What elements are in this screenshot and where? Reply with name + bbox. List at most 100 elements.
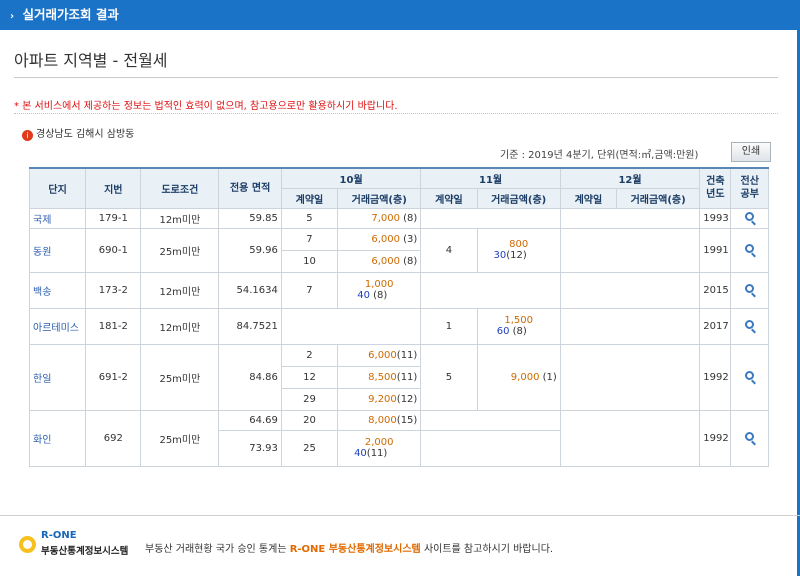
col-nov-day: 계약일 [420, 187, 478, 209]
oct-contract-day: 29 [280, 387, 339, 411]
page-title: 아파트 지역별 - 전월세 [14, 51, 168, 70]
registry-cell[interactable] [730, 409, 769, 467]
oct-amount: 2,000 40(11) [337, 429, 422, 467]
oct-contract-day: 10 [280, 249, 339, 273]
road-condition: 12m미만 [140, 271, 220, 309]
col-built-year: 건축 년도 [699, 167, 732, 209]
logo-brand: R-ONE [41, 530, 77, 541]
oct-amount: 7,000 (8) [337, 207, 422, 229]
nov-amount: 800 30(12) [476, 227, 561, 273]
col-road: 도로조건 [140, 167, 220, 209]
dec-empty [559, 207, 701, 229]
area-value: 84.86 [218, 343, 282, 411]
region-label: i 경상남도 김해시 삼방동 [22, 125, 134, 141]
table-row: 백송 173-2 12m미만 54.1634 7 1,000 40 (8) 201… [28, 271, 769, 309]
oct-contract-day: 5 [280, 207, 339, 229]
oct-amount: 9,200(12) [337, 387, 422, 411]
road-condition: 25m미만 [140, 227, 220, 273]
registry-cell[interactable] [730, 227, 769, 273]
search-icon[interactable] [745, 244, 755, 253]
oct-contract-day: 25 [280, 429, 339, 467]
oct-contract-day: 7 [280, 227, 339, 251]
result-header-bar: › 실거래가조회 결과 [0, 0, 800, 30]
oct-amount: 8,500(11) [337, 365, 422, 389]
complex-name[interactable]: 백송 [28, 271, 87, 309]
lot-number: 690-1 [85, 227, 142, 273]
registry-cell[interactable] [730, 207, 769, 229]
complex-name[interactable]: 동원 [28, 227, 87, 273]
print-button[interactable]: 인쇄 [731, 142, 771, 162]
nov-amount: 1,500 60 (8) [476, 307, 561, 345]
table-row: 아르테미스 181-2 12m미만 84.7521 1 1,500 60 (8) … [28, 307, 769, 345]
dec-empty [559, 227, 701, 273]
col-month-oct: 10월 [280, 167, 422, 189]
transaction-table: 단지 지번 도로조건 전용 면적 10월 11월 12월 건축 년도 전산 공부… [28, 167, 769, 467]
lot-number: 692 [85, 409, 142, 467]
lot-number: 691-2 [85, 343, 142, 411]
area-value: 84.7521 [218, 307, 282, 345]
oct-contract-day: 20 [280, 409, 339, 431]
col-registry: 전산 공부 [730, 167, 769, 209]
r-one-logo[interactable]: R-ONE 부동산통계정보시스템 [19, 530, 139, 557]
oct-contract-day: 12 [280, 365, 339, 389]
dec-empty [559, 307, 701, 345]
search-icon[interactable] [745, 371, 755, 380]
nov-contract-day: 5 [420, 343, 478, 411]
dec-empty [559, 343, 701, 411]
result-header-title: 실거래가조회 결과 [22, 7, 119, 22]
search-icon[interactable] [745, 432, 755, 441]
complex-name[interactable]: 아르테미스 [28, 307, 87, 345]
oct-contract-day: 7 [280, 271, 339, 309]
road-condition: 25m미만 [140, 343, 220, 411]
dec-empty [559, 271, 701, 309]
lot-number: 179-1 [85, 207, 142, 229]
nov-contract-day: 1 [420, 307, 478, 345]
area-value: 59.85 [218, 207, 282, 229]
table-row: 한일 691-2 25m미만 84.86 2 6,000(11) 5 9,000… [28, 343, 769, 411]
col-month-dec: 12월 [559, 167, 701, 189]
col-dec-amount: 거래금액(층) [615, 187, 701, 209]
oct-amount: 6,000(11) [337, 343, 422, 367]
col-area: 전용 면적 [218, 167, 282, 209]
table-row: 동원 690-1 25m미만 59.96 7 6,000 (3) 4 800 30… [28, 227, 769, 273]
lot-number: 181-2 [85, 307, 142, 345]
logo-subtitle: 부동산통계정보시스템 [41, 546, 129, 557]
r-one-logo-icon [19, 536, 36, 553]
dec-empty [559, 409, 701, 467]
notice-divider [14, 113, 778, 114]
nov-contract-day: 4 [420, 227, 478, 273]
complex-name[interactable]: 국제 [28, 207, 87, 229]
search-icon[interactable] [745, 284, 755, 293]
road-condition: 12m미만 [140, 207, 220, 229]
area-value: 73.93 [218, 429, 282, 467]
col-nov-amount: 거래금액(층) [476, 187, 561, 209]
lot-number: 173-2 [85, 271, 142, 309]
oct-contract-day: 2 [280, 343, 339, 367]
footer-text-before: 부동산 거래현황 국가 승인 통계는 [145, 544, 287, 555]
built-year: 1993 [699, 207, 732, 229]
oct-empty [280, 307, 422, 345]
oct-amount: 8,000(15) [337, 409, 422, 431]
col-complex: 단지 [28, 167, 87, 209]
nov-empty [420, 409, 561, 431]
nov-empty [420, 271, 561, 309]
registry-cell[interactable] [730, 307, 769, 345]
col-month-nov: 11월 [420, 167, 561, 189]
location-pin-icon: i [22, 130, 33, 141]
area-value: 64.69 [218, 409, 282, 431]
title-divider [14, 77, 778, 78]
footer-divider [0, 515, 800, 516]
table-row: 국제 179-1 12m미만 59.85 5 7,000 (8) 1993 [28, 207, 769, 229]
nov-empty [420, 429, 561, 467]
built-year: 2015 [699, 271, 732, 309]
search-icon[interactable] [745, 212, 755, 221]
built-year: 1991 [699, 227, 732, 273]
registry-cell[interactable] [730, 343, 769, 411]
nov-amount: 9,000 (1) [476, 343, 561, 411]
oct-amount: 6,000 (8) [337, 249, 422, 273]
footer-link-r-one[interactable]: R-ONE 부동산통계정보시스템 [290, 544, 421, 555]
search-icon[interactable] [745, 320, 755, 329]
complex-name[interactable]: 화인 [28, 409, 87, 467]
registry-cell[interactable] [730, 271, 769, 309]
complex-name[interactable]: 한일 [28, 343, 87, 411]
